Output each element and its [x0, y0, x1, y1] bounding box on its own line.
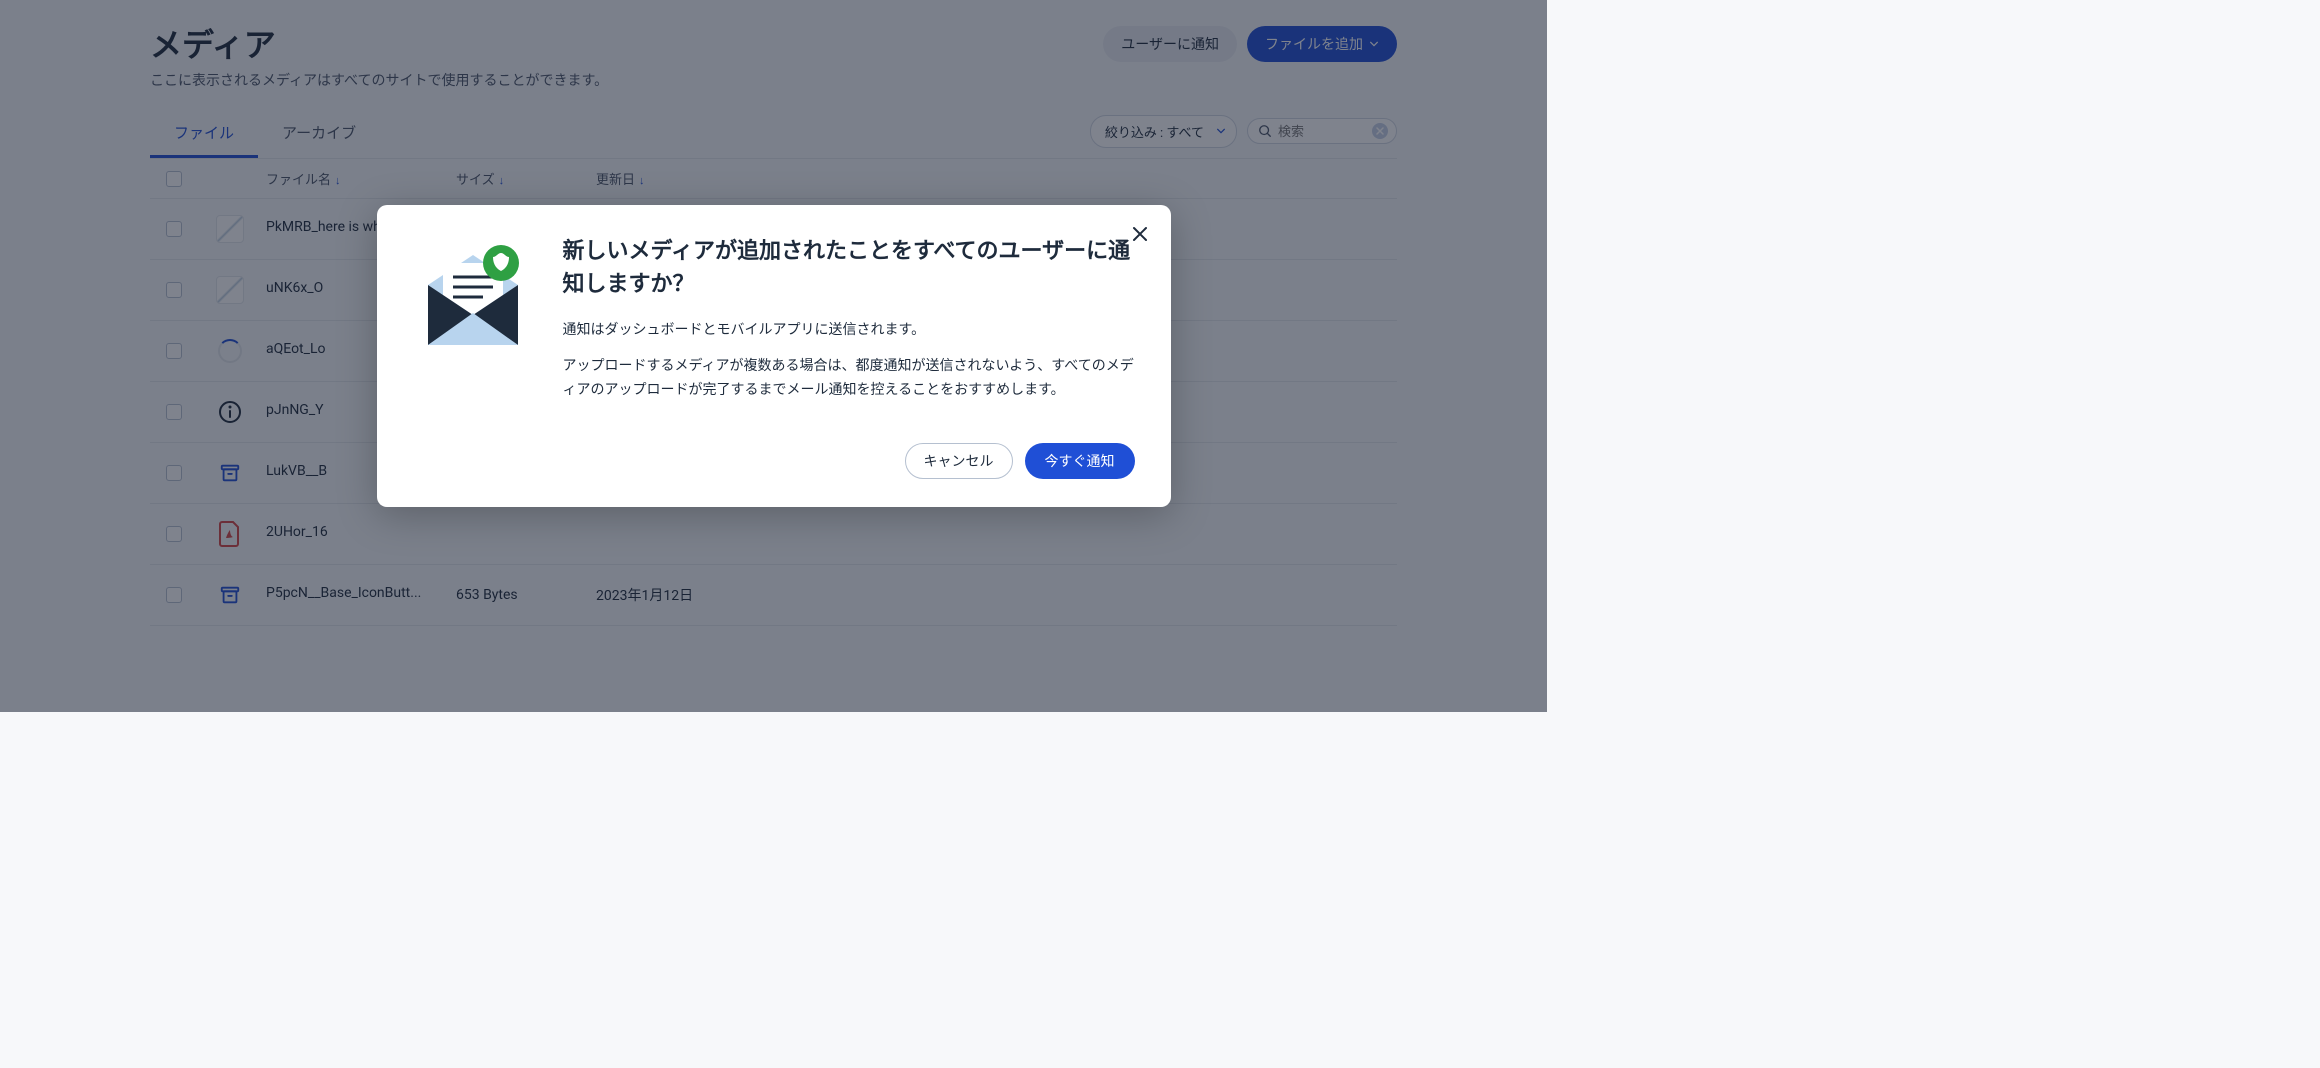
- modal-desc-2: アップロードするメディアが複数ある場合は、都度通知が送信されないよう、すべてのメ…: [563, 355, 1135, 403]
- modal-title: 新しいメディアが追加されたことをすべてのユーザーに通知しますか？: [563, 235, 1135, 301]
- modal-overlay: 新しいメディアが追加されたことをすべてのユーザーに通知しますか？ 通知はダッシュ…: [0, 0, 1547, 712]
- modal-close-button[interactable]: [1131, 225, 1149, 247]
- envelope-notification-icon: [413, 235, 533, 355]
- modal-desc-1: 通知はダッシュボードとモバイルアプリに送信されます。: [563, 319, 1135, 343]
- modal-cancel-button[interactable]: キャンセル: [905, 443, 1013, 479]
- modal-confirm-button[interactable]: 今すぐ通知: [1025, 443, 1135, 479]
- notify-modal: 新しいメディアが追加されたことをすべてのユーザーに通知しますか？ 通知はダッシュ…: [377, 205, 1171, 506]
- close-icon: [1131, 225, 1149, 243]
